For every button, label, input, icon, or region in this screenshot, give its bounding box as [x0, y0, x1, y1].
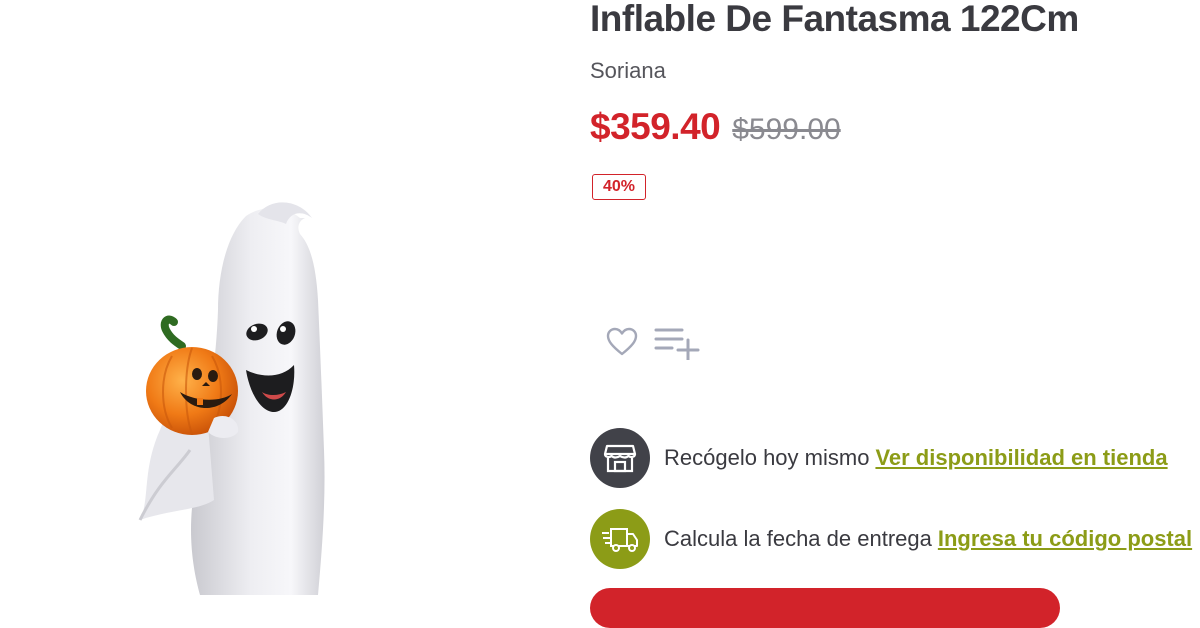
product-actions	[606, 324, 702, 365]
delivery-row: Calcula la fecha de entrega Ingresa tu c…	[590, 509, 1192, 569]
price-row: $359.40 $599.00	[590, 106, 841, 148]
discount-badge: 40%	[592, 174, 647, 200]
store-icon	[590, 428, 650, 488]
ghost-inflatable-image	[138, 202, 325, 595]
price-original: $599.00	[732, 113, 841, 146]
delivery-truck-icon	[590, 509, 650, 569]
product-title: Inflable De Fantasma 122Cm	[590, 0, 1079, 39]
product-info: Inflable De Fantasma 122Cm Soriana $359.…	[590, 0, 1200, 628]
product-brand: Soriana	[590, 58, 666, 83]
product-image[interactable]	[0, 0, 580, 595]
price-current: $359.40	[590, 106, 721, 147]
add-to-list-icon[interactable]	[654, 324, 702, 365]
add-to-cart-button[interactable]	[590, 588, 1060, 628]
pickup-row: Recógelo hoy mismo Ver disponibilidad en…	[590, 428, 1168, 488]
delivery-text: Calcula la fecha de entrega	[664, 526, 932, 551]
check-store-availability-link[interactable]: Ver disponibilidad en tienda	[875, 445, 1167, 471]
pickup-text: Recógelo hoy mismo	[664, 445, 870, 470]
enter-postal-code-link[interactable]: Ingresa tu código postal	[938, 526, 1192, 552]
heart-icon[interactable]	[606, 327, 638, 362]
